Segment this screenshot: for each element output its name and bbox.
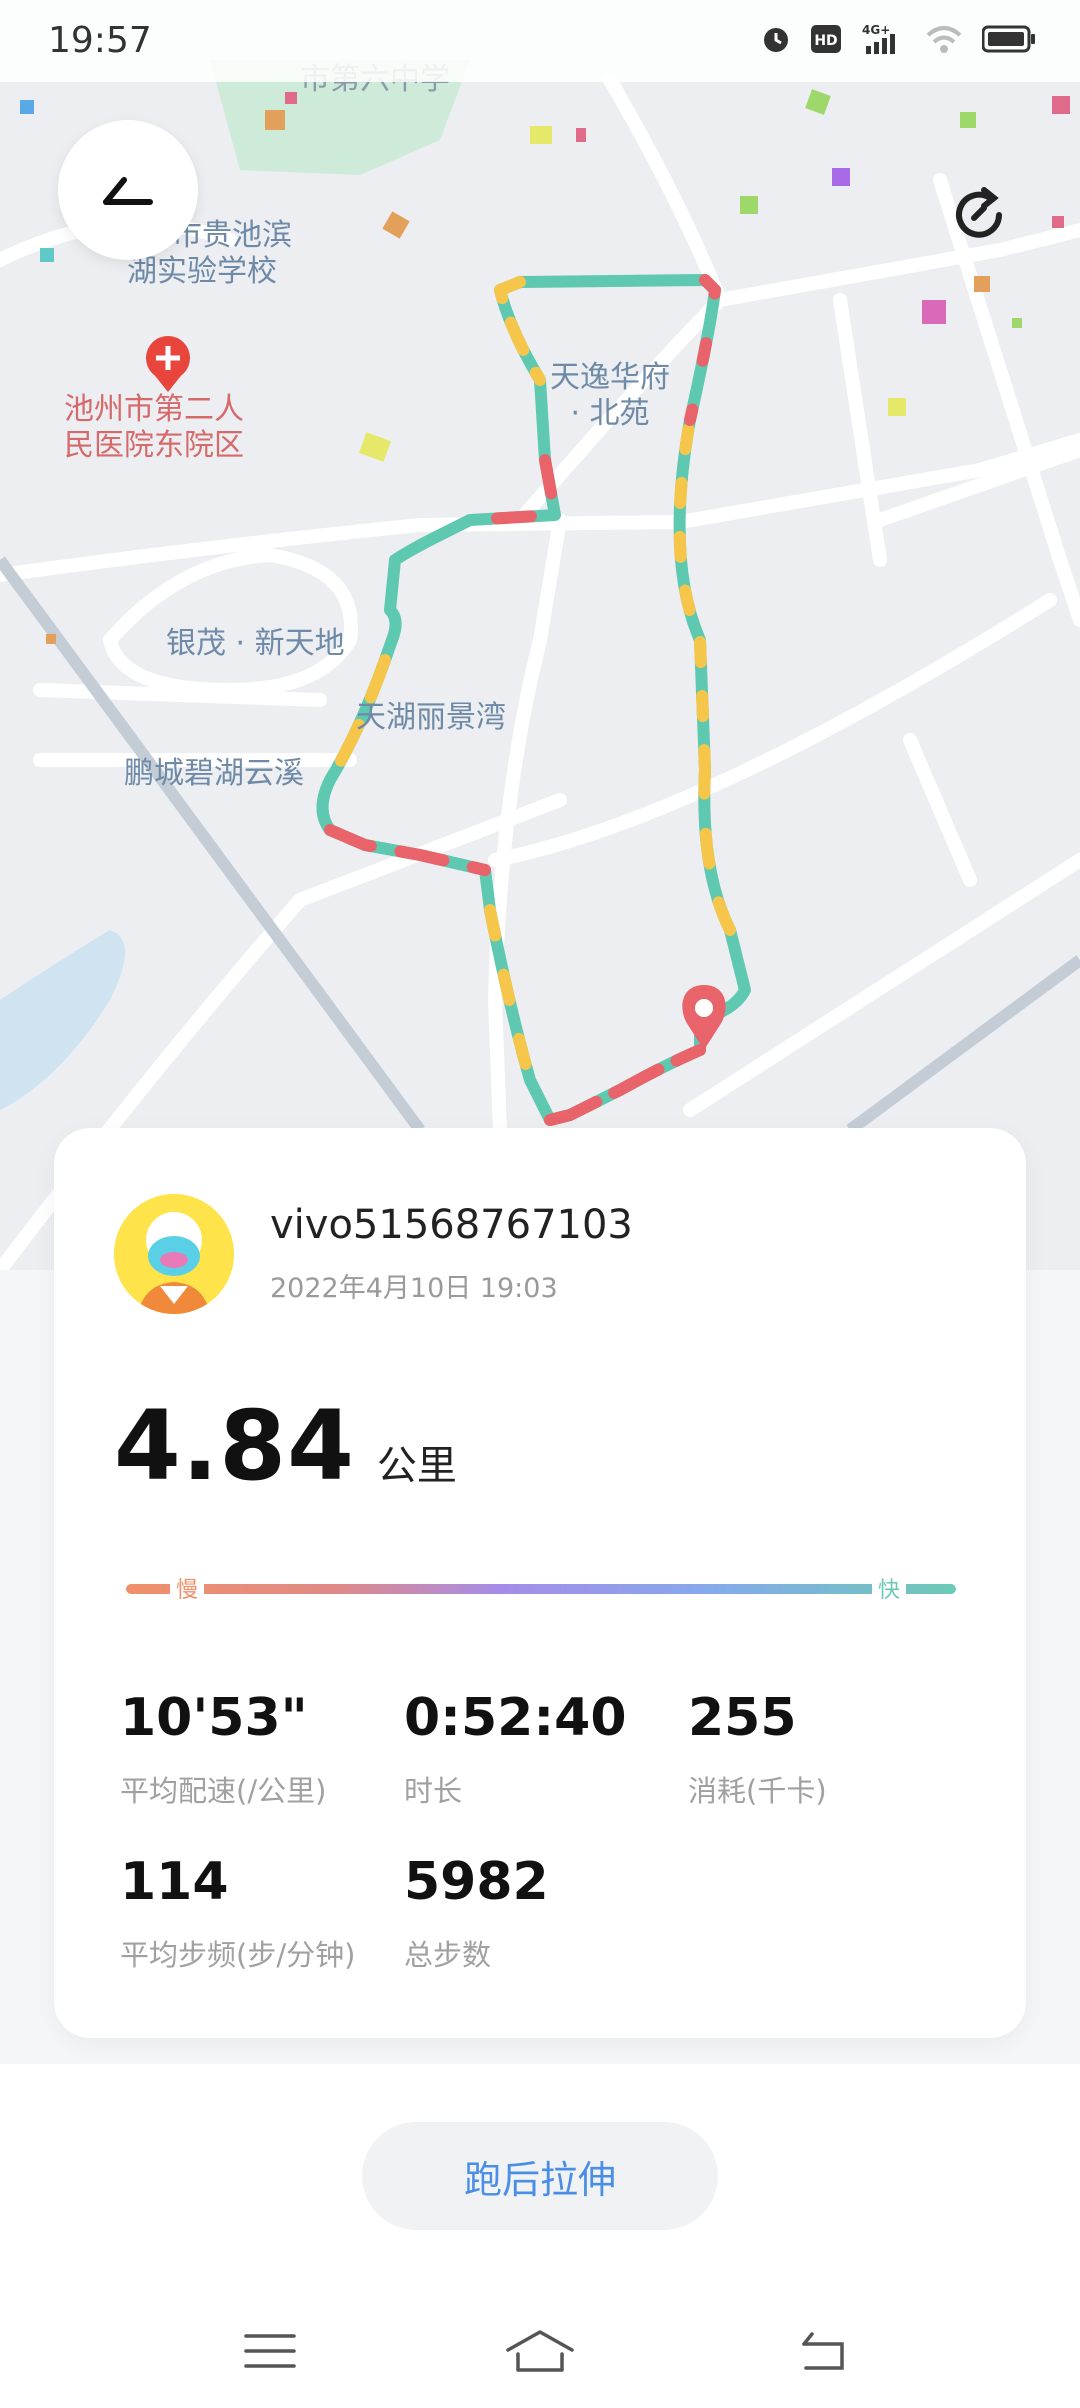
stat-calories: 255 消耗(千卡)	[688, 1688, 827, 1810]
stat-value: 0:52:40	[404, 1688, 627, 1748]
run-summary-card: vivo51568767103 2022年4月10日 19:03 4.84 公里…	[54, 1128, 1026, 2038]
status-icons: HD 4G+	[760, 22, 1036, 56]
svg-text:4G+: 4G+	[862, 23, 890, 37]
stat-value: 114	[120, 1852, 229, 1912]
recenter-button[interactable]	[944, 180, 1014, 250]
pace-fast-label: 快	[872, 1572, 907, 1604]
username: vivo51568767103	[270, 1202, 633, 1248]
distance-unit: 公里	[376, 1443, 457, 1489]
menu-icon	[244, 2334, 296, 2368]
menu-button[interactable]	[240, 2324, 300, 2378]
map-label-tianyi: 天逸华府 · 北苑	[550, 360, 670, 432]
back-nav-icon	[802, 2332, 844, 2370]
map-label-line: 池州市第二人	[64, 392, 244, 427]
stat-value: 5982	[404, 1852, 549, 1912]
map-label-yinmao: 银茂 · 新天地	[166, 626, 345, 661]
distance-value: 4.84	[114, 1390, 355, 1502]
distance-row: 4.84 公里	[114, 1390, 457, 1502]
stat-value: 10'53"	[120, 1688, 308, 1748]
stat-label: 消耗(千卡)	[688, 1774, 827, 1808]
back-button[interactable]	[58, 120, 198, 260]
stat-total-steps: 5982 总步数	[404, 1852, 549, 1974]
system-nav-bar	[0, 2290, 1080, 2408]
map-label-pengcheng: 鹏城碧湖云溪	[124, 756, 304, 791]
pace-gradient-bar	[126, 1584, 956, 1594]
avatar-image	[114, 1194, 234, 1314]
home-button[interactable]	[504, 2324, 576, 2378]
map-label-line: 湖实验学校	[127, 254, 277, 289]
stat-cadence: 114 平均步频(步/分钟)	[120, 1852, 355, 1974]
map-label-hospital: 池州市第二人 民医院东院区	[64, 392, 244, 464]
stat-duration: 0:52:40 时长	[404, 1688, 627, 1810]
post-run-stretch-button[interactable]: 跑后拉伸	[362, 2122, 718, 2230]
back-arrow-icon	[103, 177, 153, 205]
status-time: 19:57	[48, 20, 152, 61]
status-bar: 19:57 HD 4G+	[0, 0, 1080, 82]
map-label-line: · 北苑	[570, 396, 650, 431]
stat-label: 平均步频(步/分钟)	[120, 1938, 356, 1972]
stat-label: 平均配速(/公里)	[120, 1774, 327, 1808]
refresh-icon	[956, 187, 1002, 238]
svg-text:HD: HD	[814, 33, 837, 49]
stat-avg-pace: 10'53" 平均配速(/公里)	[120, 1688, 326, 1810]
avatar[interactable]	[114, 1194, 234, 1314]
home-icon	[506, 2330, 574, 2372]
map-label-tianhu: 天湖丽景湾	[356, 700, 506, 735]
battery-icon	[982, 22, 1036, 56]
stat-value: 255	[688, 1688, 797, 1748]
pace-slow-label: 慢	[170, 1572, 205, 1604]
alarm-icon	[760, 22, 792, 56]
hd-icon: HD	[810, 22, 842, 56]
map-label-line: 天逸华府	[550, 360, 670, 395]
map-label-line: 民医院东院区	[64, 428, 244, 463]
wifi-icon	[924, 22, 964, 56]
run-datetime: 2022年4月10日 19:03	[270, 1273, 558, 1304]
stat-label: 时长	[404, 1774, 463, 1808]
back-nav-button[interactable]	[792, 2324, 852, 2378]
signal-4g-icon: 4G+	[860, 22, 906, 56]
stat-label: 总步数	[404, 1938, 492, 1972]
